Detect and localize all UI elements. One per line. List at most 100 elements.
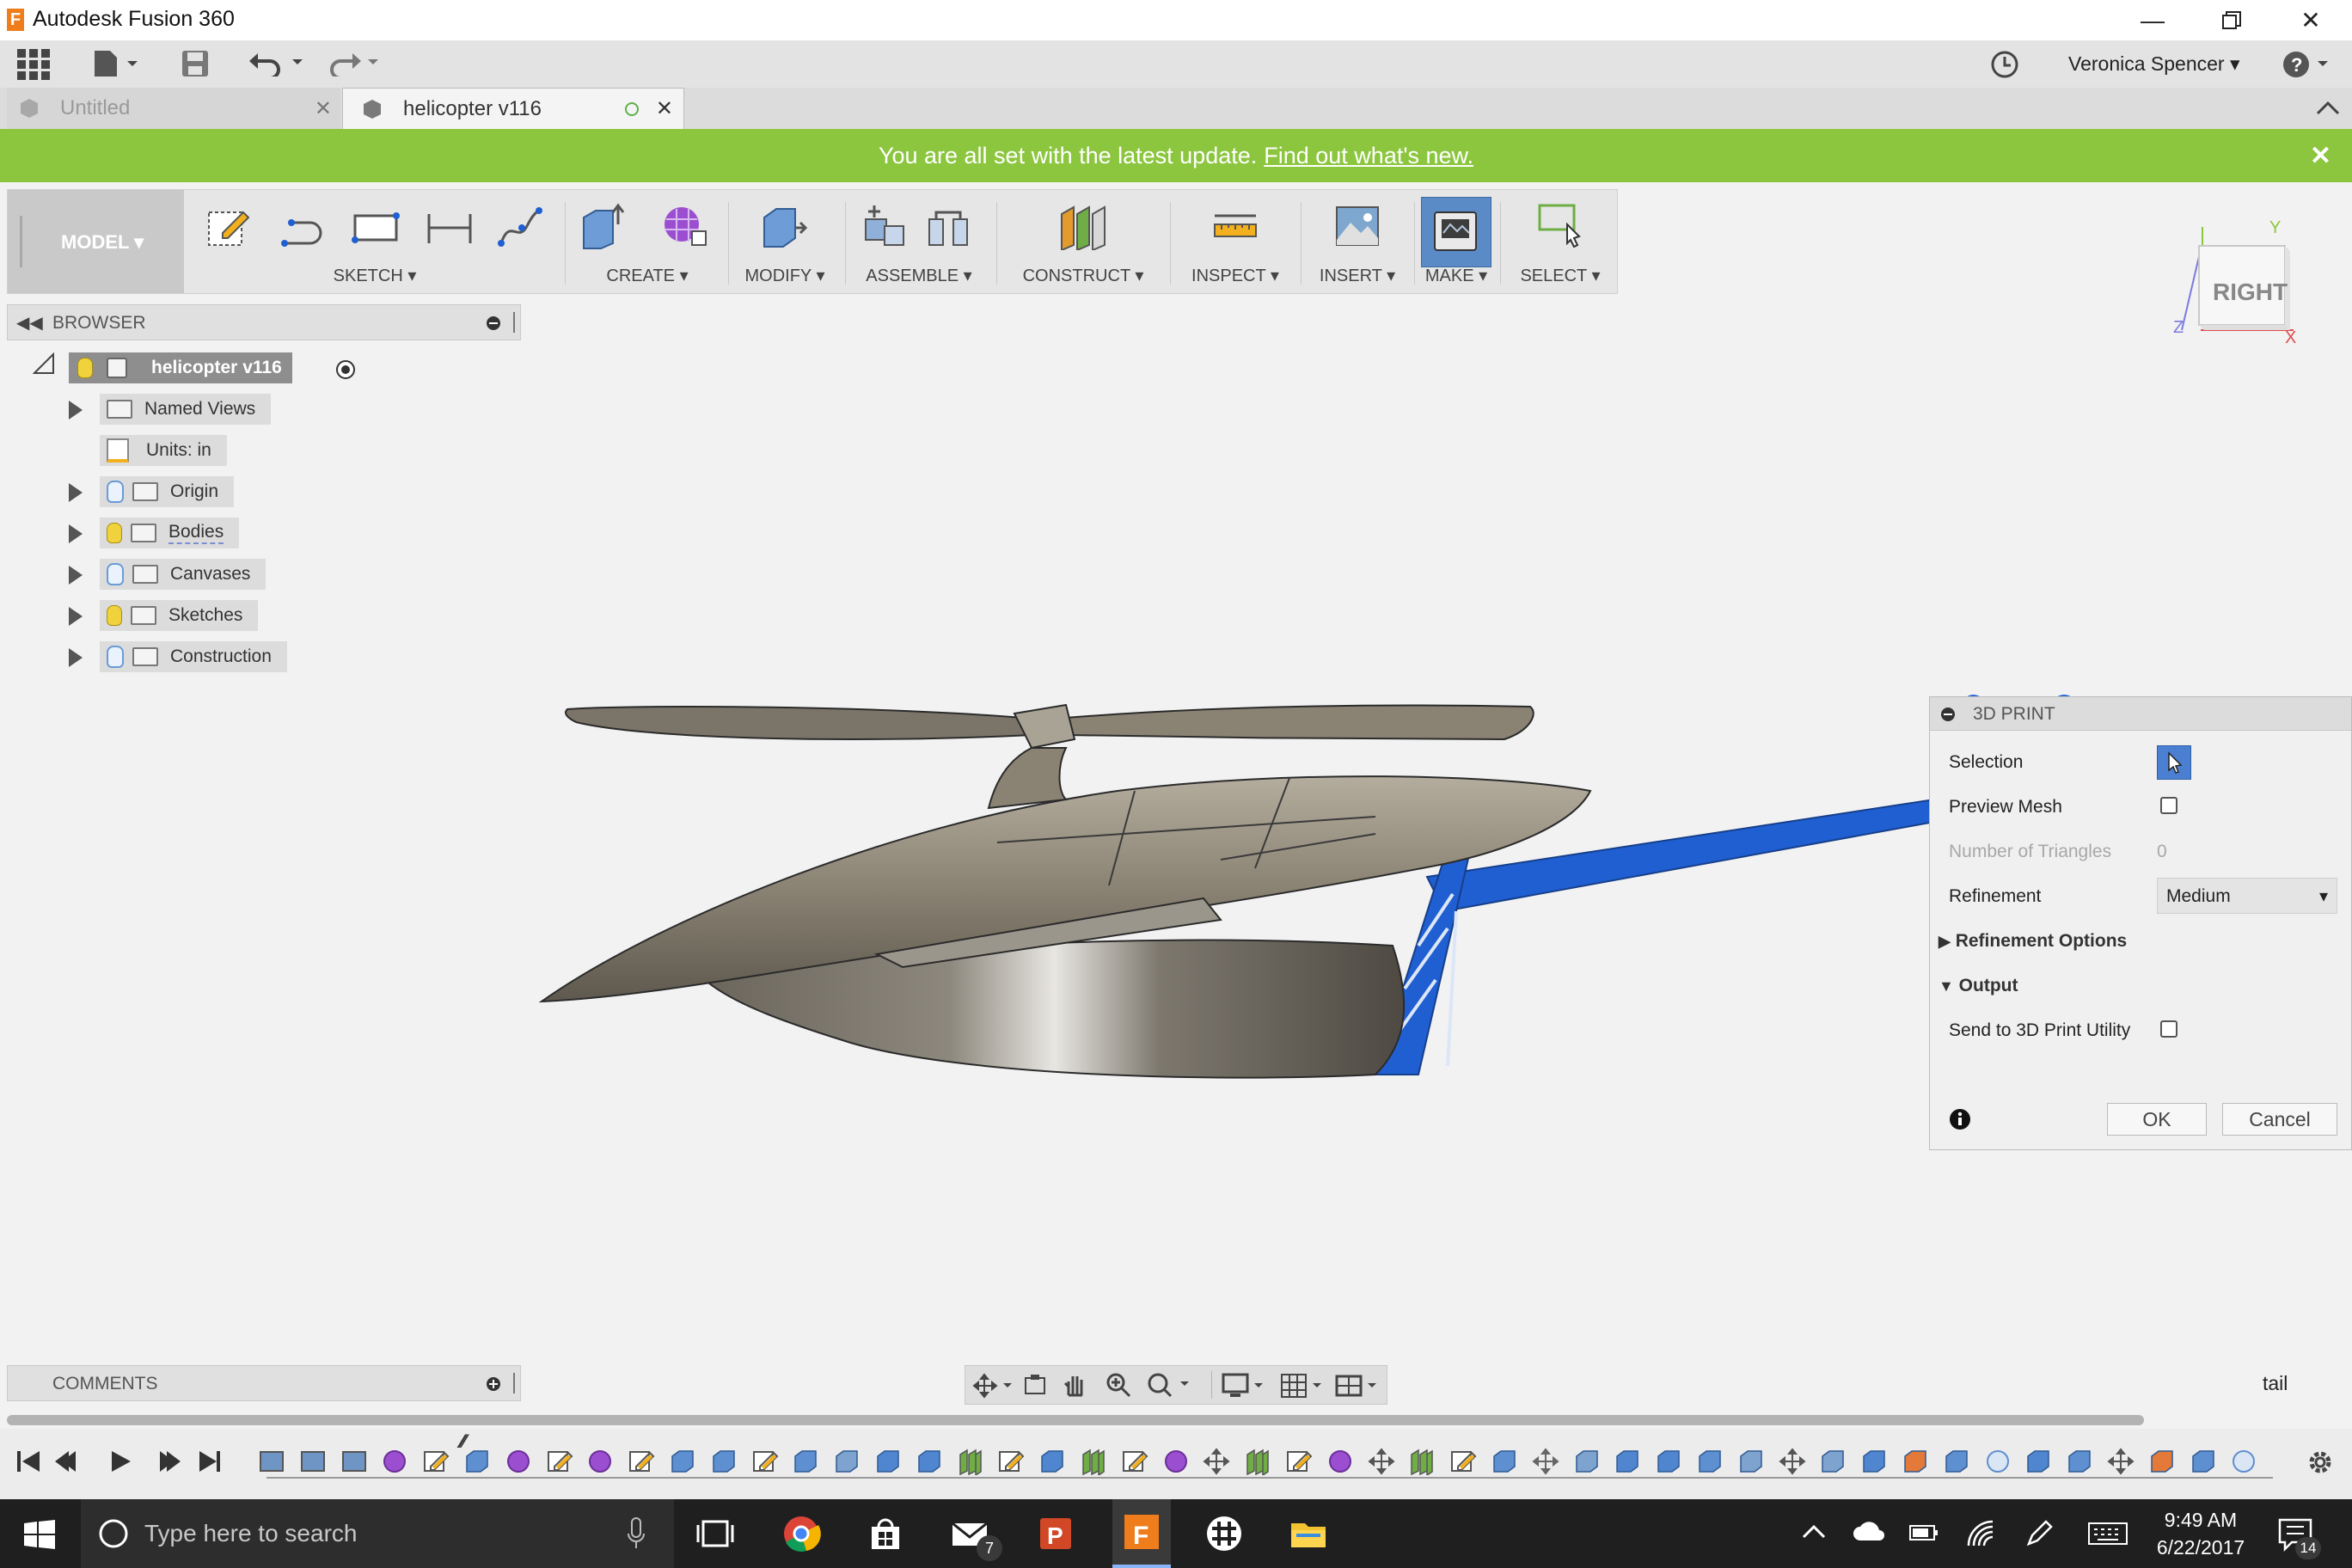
timeline-sphere-icon[interactable]	[2230, 1448, 2257, 1475]
timeline-sketch-icon[interactable]	[1449, 1448, 1477, 1475]
cancel-button[interactable]: Cancel	[2222, 1103, 2337, 1136]
timeline-plane-icon[interactable]	[1244, 1448, 1271, 1475]
timeline-combine-icon[interactable]	[2024, 1448, 2052, 1475]
timeline-canvas-icon[interactable]	[340, 1448, 368, 1475]
step-forward-button[interactable]	[143, 1448, 177, 1475]
fusion-taskbar-button[interactable]: F	[1112, 1499, 1171, 1568]
redo-icon[interactable]	[325, 51, 382, 77]
offset-plane-icon[interactable]	[1058, 202, 1106, 250]
timeline-combine-icon[interactable]	[916, 1448, 943, 1475]
rotor-blade-right[interactable]	[1065, 704, 1534, 741]
timeline-pattern-icon[interactable]	[2148, 1448, 2176, 1475]
visibility-bulb-icon[interactable]	[107, 523, 122, 543]
show-hidden-icons-chevron-icon[interactable]	[1802, 1523, 1826, 1540]
undo-icon[interactable]	[249, 51, 306, 77]
whats-new-link[interactable]: Find out what's new.	[1264, 143, 1473, 169]
timeline-split-icon[interactable]	[1819, 1448, 1847, 1475]
timeline-canvas-icon[interactable]	[299, 1448, 327, 1475]
timeline-form-icon[interactable]	[1162, 1448, 1190, 1475]
timeline-plane-icon[interactable]	[1080, 1448, 1107, 1475]
rotor-blade-left[interactable]	[565, 706, 1033, 740]
timeline-move-icon[interactable]	[1203, 1448, 1230, 1475]
orbit-icon[interactable]	[972, 1373, 1015, 1399]
ok-button[interactable]: OK	[2107, 1103, 2207, 1136]
zoom-icon[interactable]	[1105, 1371, 1132, 1399]
press-pull-icon[interactable]	[759, 202, 807, 250]
go-to-start-button[interactable]	[15, 1448, 50, 1475]
close-window-button[interactable]: ✕	[2271, 0, 2350, 40]
root-component[interactable]: helicopter v116	[69, 352, 292, 383]
timeline-combine-icon[interactable]	[1614, 1448, 1641, 1475]
touch-keyboard-icon[interactable]	[2087, 1522, 2128, 1546]
windows-start-icon[interactable]	[24, 1520, 55, 1549]
workspace-switcher[interactable]: MODEL ▾	[8, 190, 184, 293]
browser-item-named-views[interactable]: Named Views	[100, 394, 272, 425]
create-form-icon[interactable]	[659, 202, 707, 250]
send-to-utility-checkbox[interactable]	[2160, 1020, 2177, 1038]
timeline-extrude-icon[interactable]	[710, 1448, 738, 1475]
visibility-bulb-icon[interactable]	[107, 481, 124, 503]
browser-item-bodies[interactable]: Bodies	[100, 518, 240, 548]
step-back-button[interactable]	[53, 1448, 88, 1475]
look-at-icon[interactable]	[1022, 1373, 1048, 1399]
browser-item-construction[interactable]: Construction	[100, 641, 287, 672]
user-account-menu[interactable]: Veronica Spencer ▾	[2068, 52, 2240, 76]
assemble-group[interactable]: ASSEMBLE ▾	[850, 190, 988, 293]
timeline-sketch-icon[interactable]	[1285, 1448, 1313, 1475]
create-group[interactable]: CREATE ▾	[570, 190, 725, 293]
data-panel-grid-icon[interactable]	[17, 49, 50, 80]
timeline-sketch-icon[interactable]	[422, 1448, 450, 1475]
timeline-sketch-icon[interactable]	[751, 1448, 779, 1475]
viewports-icon[interactable]	[1335, 1373, 1383, 1399]
visibility-bulb-icon[interactable]	[77, 358, 93, 378]
horizontal-scrollbar[interactable]	[7, 1415, 2144, 1425]
go-to-end-button[interactable]	[184, 1448, 218, 1475]
modify-group[interactable]: MODIFY ▾	[733, 190, 836, 293]
timeline-combine-icon[interactable]	[1655, 1448, 1682, 1475]
minimize-panel-icon[interactable]	[486, 315, 501, 331]
refinement-options-section[interactable]: ▶ Refinement Options	[1939, 931, 2127, 952]
pen-ink-icon[interactable]	[2024, 1518, 2055, 1549]
joint-icon[interactable]	[924, 202, 972, 250]
create-sketch-icon[interactable]	[204, 202, 252, 250]
timeline-canvas-icon[interactable]	[258, 1448, 285, 1475]
collapse-root-icon[interactable]	[32, 352, 54, 374]
wifi-icon[interactable]	[1965, 1518, 1996, 1549]
timeline-form-icon[interactable]	[586, 1448, 614, 1475]
output-section[interactable]: ▼ Output	[1939, 976, 2018, 996]
insert-group[interactable]: INSERT ▾	[1306, 190, 1409, 293]
activate-component-icon[interactable]	[335, 359, 356, 380]
inspect-group[interactable]: INSPECT ▾	[1175, 190, 1295, 293]
fit-icon[interactable]	[1146, 1371, 1194, 1399]
timeline-extrude-icon[interactable]	[463, 1448, 491, 1475]
visibility-bulb-icon[interactable]	[107, 605, 122, 626]
timeline-move-icon[interactable]	[2107, 1448, 2135, 1475]
close-tab-icon[interactable]: ✕	[656, 96, 673, 121]
timeline-extrude-icon[interactable]	[792, 1448, 819, 1475]
info-icon[interactable]	[1949, 1108, 1971, 1130]
preview-mesh-checkbox[interactable]	[2160, 797, 2177, 814]
timeline-split-icon[interactable]	[1737, 1448, 1765, 1475]
panel-pin-handle[interactable]	[513, 312, 515, 333]
file-menu-icon[interactable]	[93, 49, 141, 78]
close-tab-icon[interactable]: ✕	[315, 96, 332, 121]
timeline-pattern-icon[interactable]	[1902, 1448, 1929, 1475]
play-button[interactable]	[98, 1448, 132, 1475]
timeline-combine-icon[interactable]	[874, 1448, 902, 1475]
extrude-icon[interactable]	[579, 202, 627, 250]
select-group[interactable]: SELECT ▾	[1505, 190, 1615, 293]
battery-icon[interactable]	[1908, 1523, 1939, 1542]
browser-item-units[interactable]: Units: in	[100, 435, 227, 466]
timeline-extrude-icon[interactable]	[1491, 1448, 1518, 1475]
measure-icon[interactable]	[1211, 202, 1259, 250]
browser-item-origin[interactable]: Origin	[100, 476, 235, 507]
timeline-sphere-icon[interactable]	[1984, 1448, 2012, 1475]
refinement-dropdown[interactable]: Medium ▾	[2157, 878, 2337, 914]
visibility-bulb-icon[interactable]	[107, 646, 124, 668]
grid-settings-icon[interactable]	[1280, 1373, 1328, 1399]
timeline-move-icon[interactable]	[1367, 1448, 1395, 1475]
rectangle-icon[interactable]	[352, 202, 400, 250]
slack-icon[interactable]	[1204, 1513, 1245, 1554]
insert-canvas-icon[interactable]	[1333, 202, 1381, 250]
timeline-form-icon[interactable]	[381, 1448, 408, 1475]
